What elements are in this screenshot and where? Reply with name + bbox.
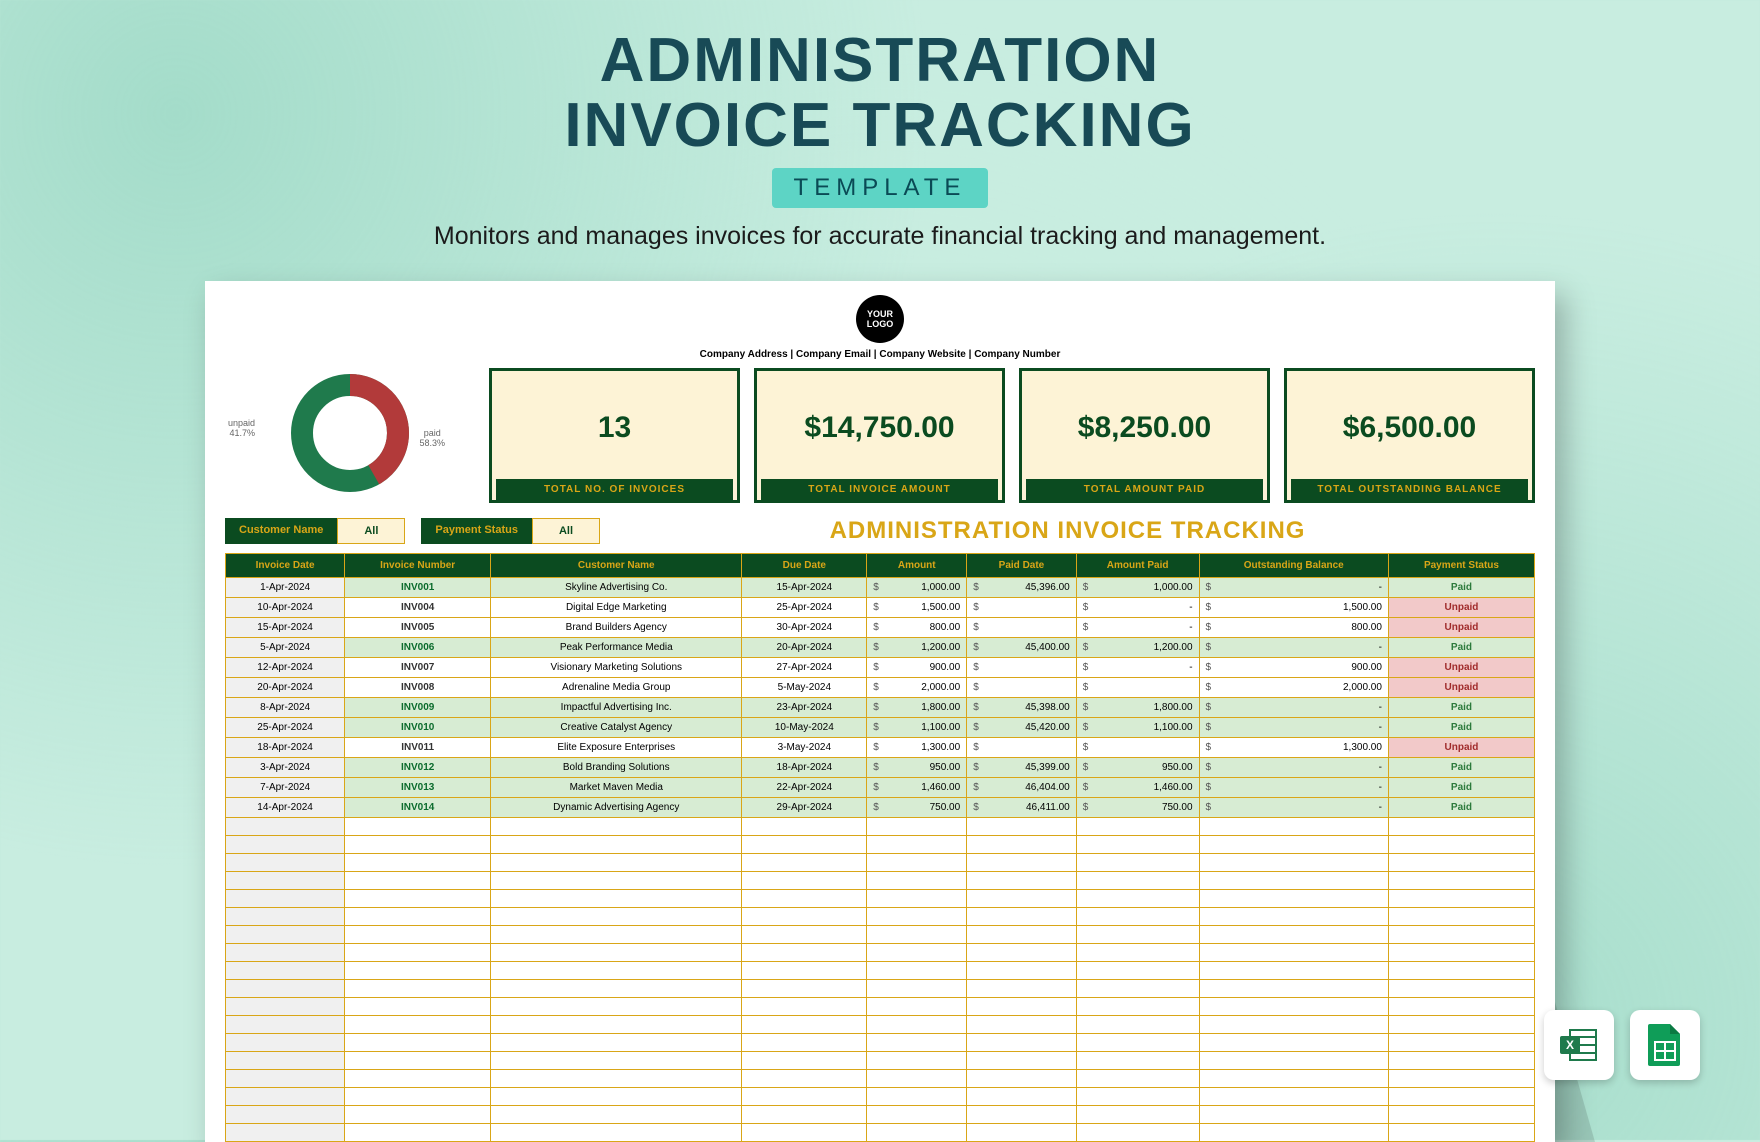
- table-row-empty: [226, 872, 1535, 890]
- table-row: 18-Apr-2024INV011Elite Exposure Enterpri…: [226, 738, 1535, 758]
- kpi-label: TOTAL INVOICE AMOUNT: [761, 479, 998, 500]
- invoice-table: Invoice DateInvoice NumberCustomer NameD…: [225, 553, 1535, 1142]
- table-row-empty: [226, 836, 1535, 854]
- table-title: ADMINISTRATION INVOICE TRACKING: [600, 517, 1535, 545]
- table-row-empty: [226, 962, 1535, 980]
- filter-status[interactable]: Payment Status All: [421, 518, 600, 544]
- filter-status-label: Payment Status: [421, 518, 532, 544]
- column-header: Invoice Date: [226, 554, 345, 578]
- column-header: Invoice Number: [345, 554, 491, 578]
- table-row: 14-Apr-2024INV014Dynamic Advertising Age…: [226, 798, 1535, 818]
- hero-pill: TEMPLATE: [772, 168, 989, 208]
- hero-subtitle: Monitors and manages invoices for accura…: [0, 222, 1760, 251]
- svg-text:X: X: [1566, 1038, 1574, 1052]
- table-row-empty: [226, 998, 1535, 1016]
- column-header: Amount Paid: [1076, 554, 1199, 578]
- table-row-empty: [226, 1070, 1535, 1088]
- table-row-empty: [226, 1016, 1535, 1034]
- filter-customer-value: All: [337, 518, 405, 544]
- table-row: 10-Apr-2024INV004Digital Edge Marketing2…: [226, 598, 1535, 618]
- donut-unpaid-label: unpaid: [228, 418, 255, 428]
- spreadsheet-preview: YOUR LOGO Company Address | Company Emai…: [205, 281, 1555, 1142]
- table-row: 1-Apr-2024INV001Skyline Advertising Co.1…: [226, 578, 1535, 598]
- table-row: 20-Apr-2024INV008Adrenaline Media Group5…: [226, 678, 1535, 698]
- table-row-empty: [226, 944, 1535, 962]
- table-row-empty: [226, 926, 1535, 944]
- hero-title-line2: INVOICE TRACKING: [0, 93, 1760, 158]
- filter-status-value: All: [532, 518, 600, 544]
- filter-customer[interactable]: Customer Name All: [225, 518, 405, 544]
- table-row-empty: [226, 890, 1535, 908]
- company-meta: Company Address | Company Email | Compan…: [225, 349, 1535, 360]
- table-row: 3-Apr-2024INV012Bold Branding Solutions1…: [226, 758, 1535, 778]
- kpi-value: 13: [496, 377, 733, 479]
- table-row: 25-Apr-2024INV010Creative Catalyst Agenc…: [226, 718, 1535, 738]
- table-row: 5-Apr-2024INV006Peak Performance Media20…: [226, 638, 1535, 658]
- kpi-label: TOTAL NO. OF INVOICES: [496, 479, 733, 500]
- kpi-value: $14,750.00: [761, 377, 998, 479]
- table-row-empty: [226, 980, 1535, 998]
- table-row: 15-Apr-2024INV005Brand Builders Agency30…: [226, 618, 1535, 638]
- table-row-empty: [226, 908, 1535, 926]
- kpi-card-1: $14,750.00TOTAL INVOICE AMOUNT: [754, 368, 1005, 503]
- table-row-empty: [226, 1088, 1535, 1106]
- column-header: Paid Date: [967, 554, 1077, 578]
- table-row-empty: [226, 1052, 1535, 1070]
- table-row: 12-Apr-2024INV007Visionary Marketing Sol…: [226, 658, 1535, 678]
- kpi-card-2: $8,250.00TOTAL AMOUNT PAID: [1019, 368, 1270, 503]
- kpi-value: $8,250.00: [1026, 377, 1263, 479]
- column-header: Payment Status: [1388, 554, 1534, 578]
- kpi-card-0: 13TOTAL NO. OF INVOICES: [489, 368, 740, 503]
- kpi-label: TOTAL AMOUNT PAID: [1026, 479, 1263, 500]
- column-header: Amount: [867, 554, 967, 578]
- column-header: Due Date: [742, 554, 867, 578]
- donut-paid-label: paid: [424, 428, 441, 438]
- excel-icon[interactable]: X: [1544, 1010, 1614, 1080]
- filter-customer-label: Customer Name: [225, 518, 337, 544]
- kpi-label: TOTAL OUTSTANDING BALANCE: [1291, 479, 1528, 500]
- donut-chart: unpaid 41.7% paid 58.3%: [225, 368, 475, 503]
- table-row: 7-Apr-2024INV013Market Maven Media22-Apr…: [226, 778, 1535, 798]
- column-header: Outstanding Balance: [1199, 554, 1388, 578]
- kpi-card-3: $6,500.00TOTAL OUTSTANDING BALANCE: [1284, 368, 1535, 503]
- column-header: Customer Name: [491, 554, 742, 578]
- kpi-value: $6,500.00: [1291, 377, 1528, 479]
- table-row-empty: [226, 1106, 1535, 1124]
- table-row-empty: [226, 1034, 1535, 1052]
- donut-unpaid-pct: 41.7%: [229, 428, 255, 438]
- donut-paid-pct: 58.3%: [419, 438, 445, 448]
- hero-title-line1: ADMINISTRATION: [0, 28, 1760, 93]
- table-row-empty: [226, 818, 1535, 836]
- logo-placeholder: YOUR LOGO: [856, 295, 904, 343]
- google-sheets-icon[interactable]: [1630, 1010, 1700, 1080]
- table-row: 8-Apr-2024INV009Impactful Advertising In…: [226, 698, 1535, 718]
- table-row-empty: [226, 854, 1535, 872]
- table-row-empty: [226, 1124, 1535, 1142]
